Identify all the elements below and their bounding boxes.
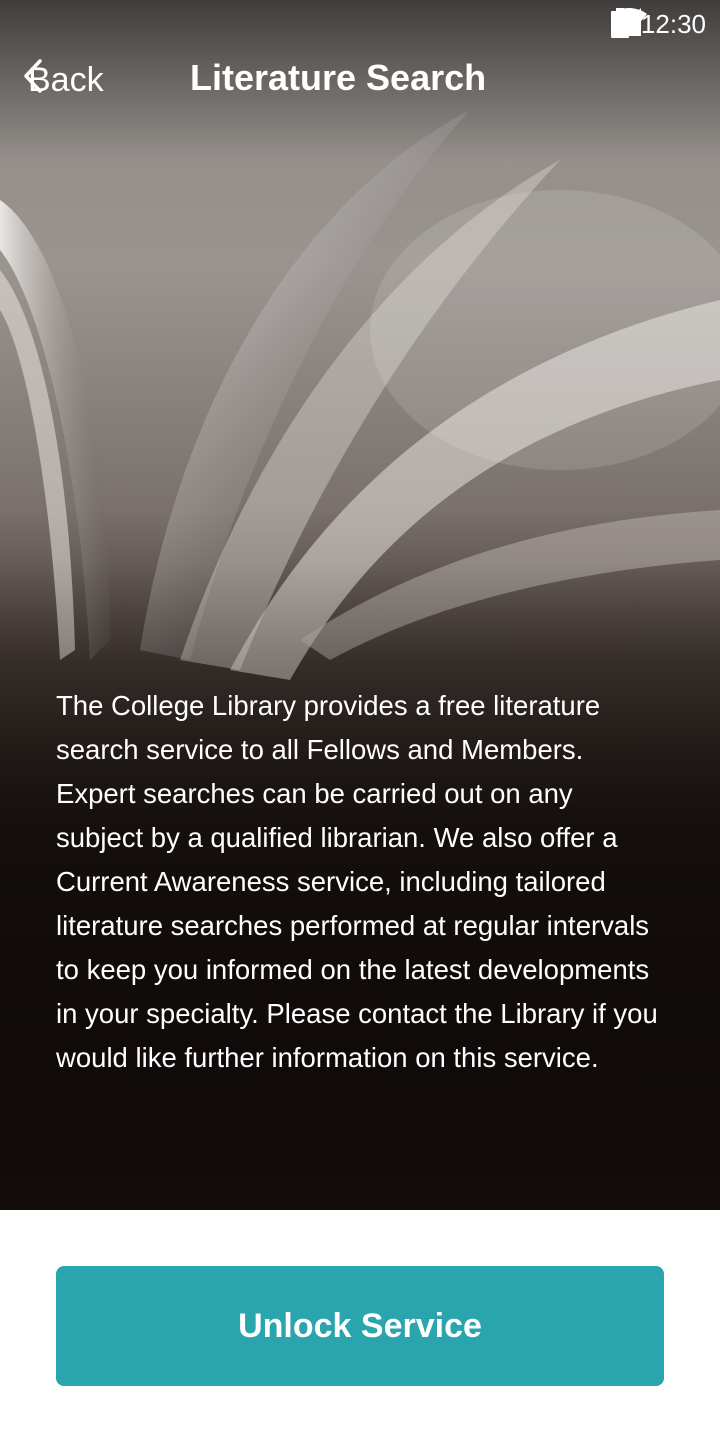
status-icons: 12:30 (610, 8, 706, 40)
service-description: The College Library provides a free lite… (56, 690, 658, 1073)
page-title: Literature Search (190, 57, 487, 98)
status-time: 12:30 (640, 9, 706, 39)
top-navigation-bar: Back Literature Search (0, 50, 720, 110)
back-button[interactable]: Back (22, 58, 104, 102)
hero-background: 12:30 Back Literature Search The College… (0, 0, 720, 1210)
status-bar: 12:30 (0, 0, 720, 48)
unlock-service-button[interactable]: Unlock Service (56, 1266, 664, 1386)
